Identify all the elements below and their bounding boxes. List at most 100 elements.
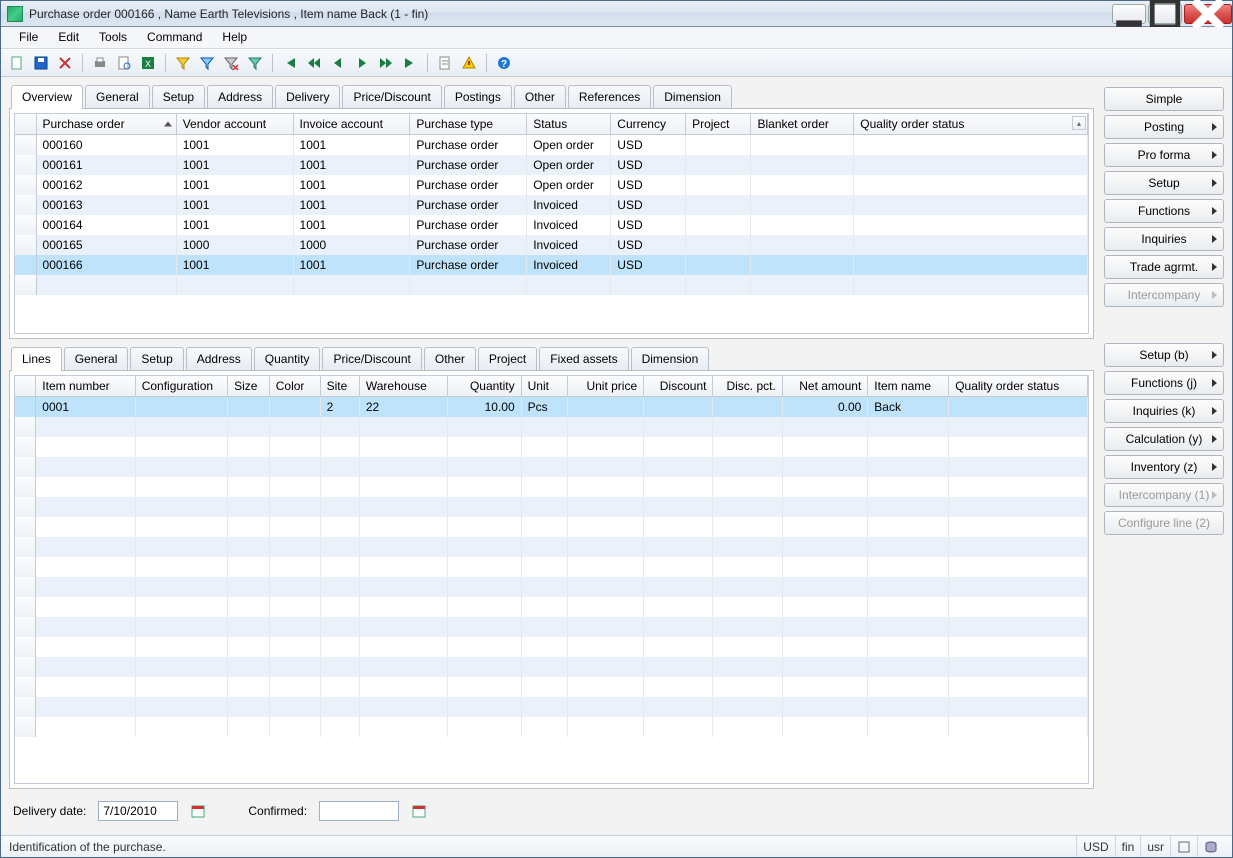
close-button[interactable] — [1184, 4, 1232, 24]
cell-vendor[interactable]: 1000 — [176, 235, 293, 255]
orders-col-blanket-order[interactable]: Blanket order — [751, 114, 854, 135]
cell-itemname[interactable]: Back — [868, 397, 949, 418]
cell-size[interactable] — [228, 397, 270, 418]
action-setup[interactable]: Setup — [1104, 171, 1224, 195]
save-icon[interactable] — [31, 53, 51, 73]
cell-status[interactable]: Invoiced — [527, 255, 611, 275]
orders-row[interactable]: 00016310011001Purchase orderInvoicedUSD — [15, 195, 1088, 215]
cell-po[interactable]: 000166 — [36, 255, 176, 275]
lines-row[interactable]: 000122210.00Pcs0.00Back — [15, 397, 1088, 418]
action-setup-b[interactable]: Setup (b) — [1104, 343, 1224, 367]
cell-quality[interactable] — [854, 135, 1088, 156]
scroll-up-icon[interactable]: ▴ — [1072, 116, 1086, 130]
cell-po[interactable]: 000165 — [36, 235, 176, 255]
lines-row-blank[interactable] — [15, 677, 1088, 697]
lines-row-blank[interactable] — [15, 477, 1088, 497]
header-tab-references[interactable]: References — [568, 85, 651, 108]
action-simple[interactable]: Simple — [1104, 87, 1224, 111]
cell-currency[interactable]: USD — [611, 195, 686, 215]
cell-blanket[interactable] — [751, 215, 854, 235]
lines-col-warehouse[interactable]: Warehouse — [359, 376, 447, 397]
cell-quality[interactable] — [854, 215, 1088, 235]
next-page-icon[interactable] — [376, 53, 396, 73]
menu-help[interactable]: Help — [212, 27, 257, 48]
lines-tab-project[interactable]: Project — [478, 347, 537, 370]
orders-col-purchase-order[interactable]: Purchase order — [36, 114, 176, 135]
cell-quality[interactable] — [854, 195, 1088, 215]
cell-blanket[interactable] — [751, 135, 854, 156]
cell-status[interactable]: Invoiced — [527, 195, 611, 215]
cell-status[interactable]: Open order — [527, 175, 611, 195]
delivery-date-input[interactable] — [98, 801, 178, 821]
lines-tab-address[interactable]: Address — [186, 347, 252, 370]
sort-icon[interactable] — [245, 53, 265, 73]
filter-by-form-icon[interactable] — [197, 53, 217, 73]
cell-blanket[interactable] — [751, 235, 854, 255]
lines-col-item-name[interactable]: Item name — [868, 376, 949, 397]
lines-grid-wrap[interactable]: Item numberConfigurationSizeColorSiteWar… — [14, 375, 1089, 784]
header-tab-delivery[interactable]: Delivery — [275, 85, 340, 108]
cell-discount[interactable] — [644, 397, 713, 418]
cell-invoice[interactable]: 1001 — [293, 195, 410, 215]
next-record-icon[interactable] — [352, 53, 372, 73]
status-layer-icon[interactable] — [1170, 836, 1197, 857]
lines-row-blank[interactable] — [15, 457, 1088, 477]
cell-po[interactable]: 000164 — [36, 215, 176, 235]
action-posting[interactable]: Posting — [1104, 115, 1224, 139]
cell-item[interactable]: 0001 — [36, 397, 135, 418]
action-calculation-y[interactable]: Calculation (y) — [1104, 427, 1224, 451]
action-functions[interactable]: Functions — [1104, 199, 1224, 223]
header-tab-setup[interactable]: Setup — [152, 85, 205, 108]
status-db-icon[interactable] — [1197, 836, 1224, 857]
cell-vendor[interactable]: 1001 — [176, 155, 293, 175]
cell-config[interactable] — [135, 397, 227, 418]
cell-currency[interactable]: USD — [611, 215, 686, 235]
orders-row[interactable]: 00016110011001Purchase orderOpen orderUS… — [15, 155, 1088, 175]
cell-vendor[interactable]: 1001 — [176, 255, 293, 275]
orders-col-status[interactable]: Status — [527, 114, 611, 135]
cell-currency[interactable]: USD — [611, 135, 686, 156]
cell-type[interactable]: Purchase order — [410, 215, 527, 235]
orders-col-quality-order-status[interactable]: Quality order status — [854, 114, 1088, 135]
prev-page-icon[interactable] — [304, 53, 324, 73]
calendar-icon[interactable] — [188, 801, 208, 821]
maximize-button[interactable] — [1148, 4, 1182, 24]
cell-status[interactable]: Invoiced — [527, 235, 611, 255]
menu-edit[interactable]: Edit — [48, 27, 89, 48]
cell-vendor[interactable]: 1001 — [176, 135, 293, 156]
lines-col-quality-order-status[interactable]: Quality order status — [949, 376, 1088, 397]
lines-row-blank[interactable] — [15, 617, 1088, 637]
cell-unitprice[interactable] — [567, 397, 643, 418]
cell-invoice[interactable]: 1001 — [293, 215, 410, 235]
export-excel-icon[interactable]: X — [138, 53, 158, 73]
cell-color[interactable] — [269, 397, 320, 418]
cell-project[interactable] — [686, 255, 751, 275]
cell-type[interactable]: Purchase order — [410, 195, 527, 215]
lines-col-configuration[interactable]: Configuration — [135, 376, 227, 397]
orders-row[interactable]: 00016210011001Purchase orderOpen orderUS… — [15, 175, 1088, 195]
lines-col-unit-price[interactable]: Unit price — [567, 376, 643, 397]
action-functions-j[interactable]: Functions (j) — [1104, 371, 1224, 395]
header-tab-general[interactable]: General — [85, 85, 150, 108]
lines-tab-general[interactable]: General — [64, 347, 129, 370]
cell-invoice[interactable]: 1001 — [293, 155, 410, 175]
header-tab-price-discount[interactable]: Price/Discount — [342, 85, 441, 108]
cell-invoice[interactable]: 1000 — [293, 235, 410, 255]
cell-type[interactable]: Purchase order — [410, 235, 527, 255]
cell-warehouse[interactable]: 22 — [359, 397, 447, 418]
lines-col-item-number[interactable]: Item number — [36, 376, 135, 397]
cell-quality[interactable] — [854, 255, 1088, 275]
lines-row-blank[interactable] — [15, 537, 1088, 557]
cell-status[interactable]: Invoiced — [527, 215, 611, 235]
cell-site[interactable]: 2 — [320, 397, 359, 418]
document-handling-icon[interactable] — [435, 53, 455, 73]
cell-type[interactable]: Purchase order — [410, 135, 527, 156]
cell-po[interactable]: 000160 — [36, 135, 176, 156]
cell-po[interactable]: 000163 — [36, 195, 176, 215]
alert-icon[interactable] — [459, 53, 479, 73]
cell-project[interactable] — [686, 155, 751, 175]
lines-col-quantity[interactable]: Quantity — [447, 376, 521, 397]
cell-invoice[interactable]: 1001 — [293, 135, 410, 156]
lines-col-disc-pct-[interactable]: Disc. pct. — [713, 376, 782, 397]
help-icon[interactable]: ? — [494, 53, 514, 73]
